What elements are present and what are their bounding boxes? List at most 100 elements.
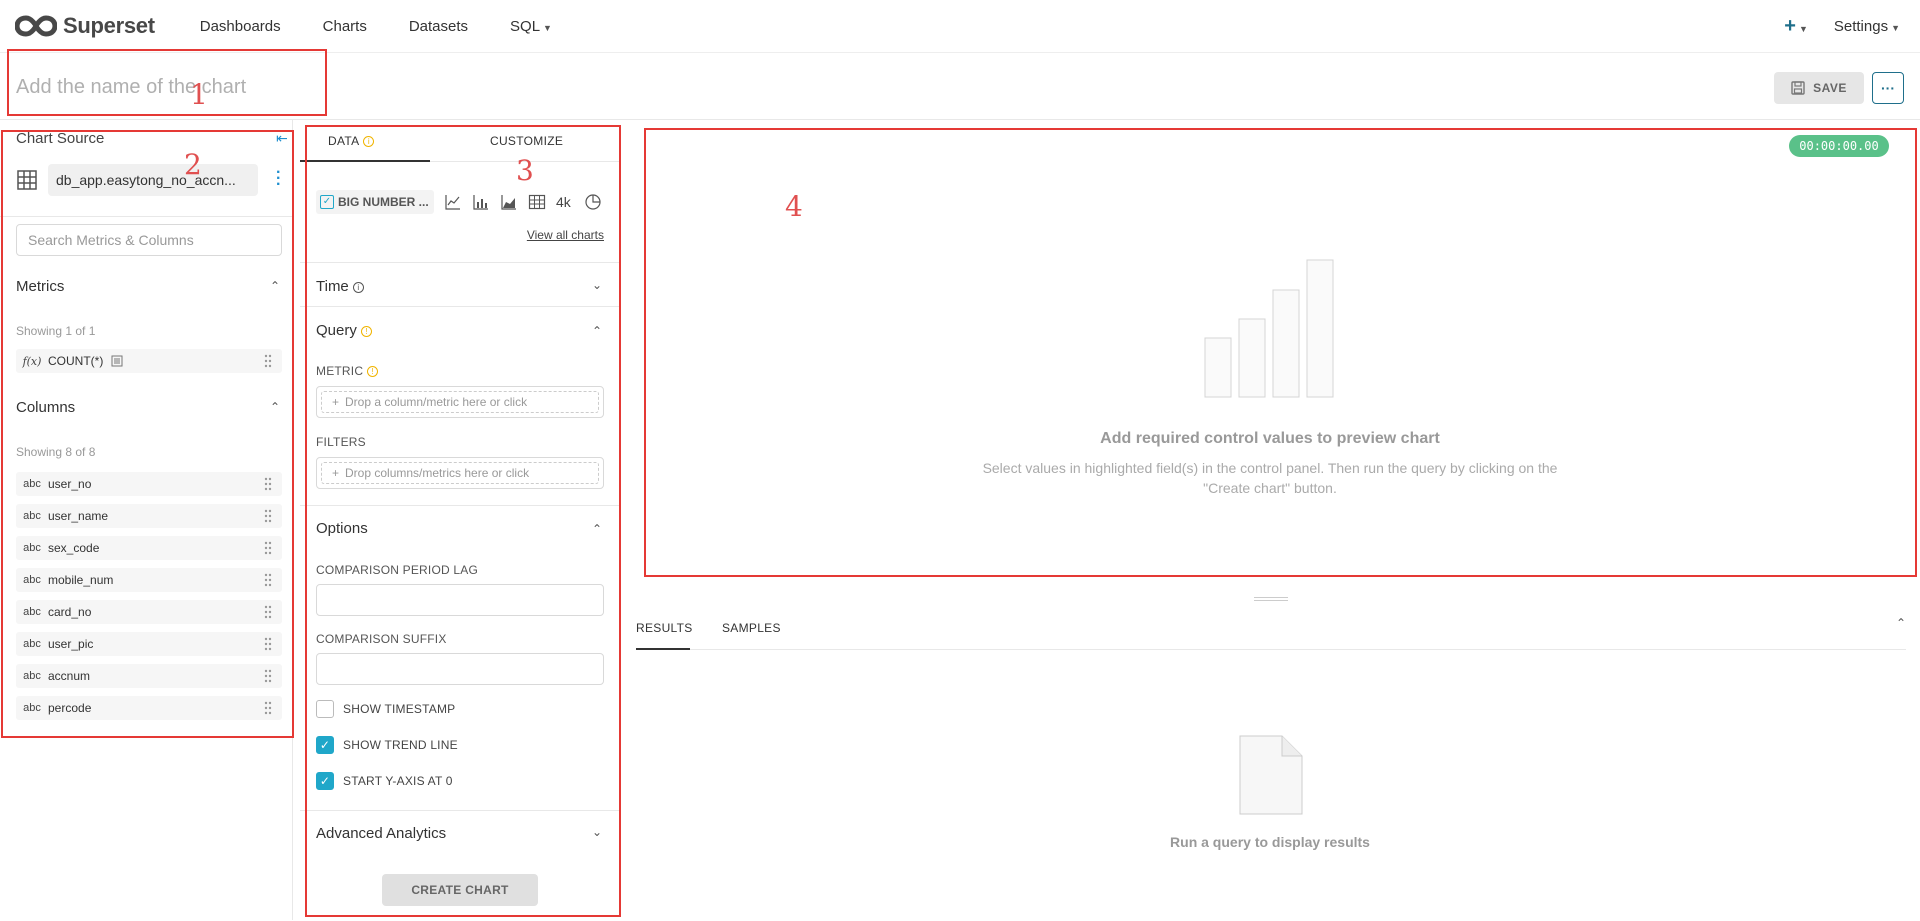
drag-handle-icon[interactable]	[264, 605, 272, 619]
viz-type-label: BIG NUMBER ...	[338, 195, 429, 209]
settings-label: Settings	[1833, 18, 1889, 35]
metric-item[interactable]: f(x) COUNT(*)	[16, 349, 282, 373]
drag-handle-icon[interactable]	[264, 509, 272, 523]
tab-results[interactable]: RESULTS	[636, 621, 693, 635]
filters-field-label: FILTERS	[316, 435, 366, 449]
big-number-4k-icon[interactable]: 4k	[556, 194, 571, 210]
column-item[interactable]: abc user_pic	[16, 632, 282, 656]
comparison-suffix-input[interactable]	[316, 653, 604, 685]
metric-field: METRIC!	[316, 364, 379, 378]
new-menu-button[interactable]: + ▼	[1784, 15, 1808, 38]
start-y-axis-option[interactable]: ✓ START Y-AXIS AT 0	[316, 772, 453, 790]
chevron-up-icon[interactable]: ⌃	[592, 522, 602, 536]
options-section-title[interactable]: Options	[316, 520, 368, 537]
column-item[interactable]: abc sex_code	[16, 536, 282, 560]
metrics-count: Showing 1 of 1	[16, 324, 96, 338]
column-item[interactable]: abc card_no	[16, 600, 282, 624]
drag-handle-icon[interactable]	[264, 573, 272, 587]
save-button[interactable]: SAVE	[1774, 72, 1864, 104]
annotation-label-4: 4	[785, 190, 803, 223]
nav-sql[interactable]: SQL ▼	[489, 18, 573, 35]
tab-samples[interactable]: SAMPLES	[722, 621, 781, 635]
drag-handle-icon[interactable]	[264, 477, 272, 491]
time-section-title: Time	[316, 278, 349, 295]
string-type-icon: abc	[23, 606, 41, 618]
viz-type-selected[interactable]: ✓ BIG NUMBER ...	[316, 190, 434, 214]
show-trend-line-label: SHOW TREND LINE	[343, 738, 458, 752]
create-chart-button[interactable]: CREATE CHART	[382, 874, 538, 906]
settings-menu[interactable]: Settings ▼	[1834, 18, 1900, 35]
save-label: SAVE	[1813, 81, 1847, 95]
annotation-label-1: 1	[190, 78, 208, 111]
results-tabs: RESULTS SAMPLES ⌃	[636, 610, 1906, 650]
string-type-icon: abc	[23, 510, 41, 522]
warning-icon: !	[360, 325, 372, 337]
metrics-section-title[interactable]: Metrics	[16, 278, 64, 295]
top-navbar: Superset Dashboards Charts Datasets SQL ▼…	[0, 0, 1920, 53]
time-section[interactable]: Time i	[316, 278, 364, 295]
query-timer: 00:00:00.00	[1789, 135, 1889, 157]
nav-charts[interactable]: Charts	[302, 18, 388, 35]
line-chart-icon[interactable]	[444, 193, 462, 211]
divider	[300, 505, 620, 506]
show-timestamp-checkbox[interactable]	[316, 700, 334, 718]
empty-chart-illustration	[1204, 259, 1334, 398]
chevron-up-icon[interactable]: ⌃	[270, 279, 280, 293]
table-chart-icon[interactable]	[528, 193, 546, 211]
chevron-up-icon[interactable]: ⌃	[1896, 616, 1906, 630]
columns-section-title[interactable]: Columns	[16, 399, 75, 416]
nav-datasets[interactable]: Datasets	[388, 18, 489, 35]
column-item[interactable]: abc percode	[16, 696, 282, 720]
show-trend-line-option[interactable]: ✓ SHOW TREND LINE	[316, 736, 458, 754]
show-trend-line-checkbox[interactable]: ✓	[316, 736, 334, 754]
start-y-axis-checkbox[interactable]: ✓	[316, 772, 334, 790]
filters-drop-zone[interactable]: + Drop columns/metrics here or click	[316, 457, 604, 489]
divider	[300, 810, 620, 811]
superset-logo[interactable]: Superset	[15, 13, 155, 39]
bar-chart-icon[interactable]	[472, 193, 490, 211]
column-item[interactable]: abc user_name	[16, 504, 282, 528]
drag-handle-icon[interactable]	[264, 701, 272, 715]
drag-handle-icon[interactable]	[264, 354, 272, 368]
collapse-panel-icon[interactable]: ⇤	[276, 130, 288, 147]
filters-drop-inner: + Drop columns/metrics here or click	[321, 462, 599, 484]
plus-icon: +	[1784, 15, 1796, 37]
chart-name-input[interactable]: Add the name of the chart	[16, 76, 246, 99]
pie-chart-icon[interactable]	[584, 193, 602, 211]
view-all-charts-link[interactable]: View all charts	[527, 228, 604, 242]
metric-field-label: METRIC	[316, 364, 364, 378]
info-icon: i	[352, 281, 364, 293]
dataset-name[interactable]: db_app.easytong_no_accn...	[48, 164, 258, 196]
drag-handle-icon[interactable]	[264, 669, 272, 683]
show-timestamp-option[interactable]: SHOW TIMESTAMP	[316, 700, 455, 718]
annotation-label-2: 2	[184, 148, 202, 181]
query-section[interactable]: Query!	[316, 322, 372, 339]
chevron-down-icon[interactable]: ⌄	[592, 278, 602, 292]
tab-customize[interactable]: CUSTOMIZE	[490, 134, 563, 148]
columns-count: Showing 8 of 8	[16, 445, 96, 459]
tab-data[interactable]: DATA i	[328, 134, 375, 148]
nav-dashboards[interactable]: Dashboards	[179, 18, 302, 35]
caret-down-icon: ▼	[1891, 23, 1900, 33]
more-options-button[interactable]: ···	[1872, 72, 1904, 104]
info-icon: i	[363, 136, 375, 148]
drag-handle-icon[interactable]	[264, 541, 272, 555]
control-tabs: DATA i CUSTOMIZE	[300, 122, 620, 162]
empty-results-message: Run a query to display results	[1170, 834, 1370, 850]
column-item[interactable]: abc user_no	[16, 472, 282, 496]
chevron-down-icon[interactable]: ⌄	[592, 825, 602, 839]
dataset-menu-icon[interactable]: · · ·	[276, 165, 281, 193]
column-item[interactable]: abc mobile_num	[16, 568, 282, 592]
panel-resize-handle[interactable]	[1254, 597, 1288, 601]
area-chart-icon[interactable]	[500, 193, 518, 211]
advanced-analytics-section-title[interactable]: Advanced Analytics	[316, 825, 446, 842]
comparison-lag-input[interactable]	[316, 584, 604, 616]
chevron-up-icon[interactable]: ⌃	[592, 324, 602, 338]
divider	[0, 216, 293, 217]
search-metrics-columns-input[interactable]: Search Metrics & Columns	[16, 224, 282, 256]
dataset-panel: Chart Source ⇤ db_app.easytong_no_accn..…	[0, 120, 293, 920]
drag-handle-icon[interactable]	[264, 637, 272, 651]
metric-drop-zone[interactable]: + Drop a column/metric here or click	[316, 386, 604, 418]
column-item[interactable]: abc accnum	[16, 664, 282, 688]
chevron-up-icon[interactable]: ⌃	[270, 400, 280, 414]
